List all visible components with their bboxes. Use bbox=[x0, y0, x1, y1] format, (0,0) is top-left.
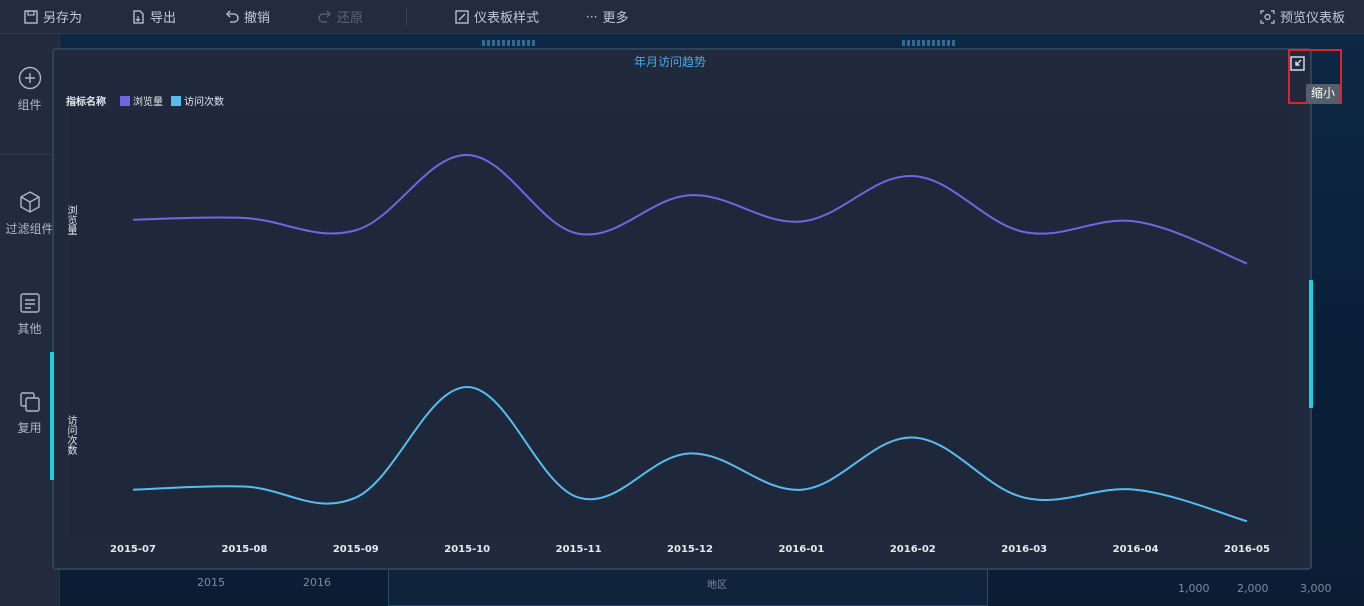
bg-year-label: 2015 bbox=[197, 576, 225, 589]
panel-decoration bbox=[902, 40, 955, 46]
plot-area bbox=[70, 110, 1292, 538]
y-axis-title-pv: 浏览量 bbox=[65, 205, 76, 235]
copy-icon bbox=[19, 392, 40, 412]
preview-icon bbox=[1260, 9, 1275, 24]
sidebar-divider bbox=[0, 154, 59, 155]
x-tick-label: 2015-12 bbox=[667, 544, 713, 555]
legend-item-pv[interactable]: 浏览量 bbox=[133, 93, 163, 108]
x-tick-label: 2015-09 bbox=[332, 544, 379, 555]
document-icon bbox=[19, 293, 40, 313]
bg-tick-label: 3,000 bbox=[1300, 582, 1332, 595]
save-as-button[interactable]: 另存为 bbox=[24, 0, 82, 33]
cube-icon bbox=[19, 191, 40, 213]
more-button[interactable]: ··· 更多 bbox=[586, 0, 628, 33]
preview-dashboard-button[interactable]: 预览仪表板 bbox=[1260, 0, 1345, 33]
background-panel bbox=[388, 564, 988, 606]
save-icon bbox=[24, 9, 38, 24]
bg-tick-label: 2,000 bbox=[1237, 582, 1269, 595]
sidebar-item-components[interactable]: 组件 bbox=[0, 66, 59, 113]
more-label: 更多 bbox=[602, 11, 629, 26]
legend-item-visits[interactable]: 访问次数 bbox=[184, 93, 224, 108]
x-tick-label: 2016-03 bbox=[1001, 544, 1048, 555]
x-tick-label: 2015-07 bbox=[110, 544, 156, 555]
bg-tick-label: 1,000 bbox=[1178, 582, 1210, 595]
modal-accent-bar bbox=[50, 352, 54, 480]
redo-icon bbox=[318, 10, 331, 23]
x-tick-label: 2015-08 bbox=[221, 544, 268, 555]
panel-decoration bbox=[482, 40, 535, 46]
export-icon bbox=[133, 9, 144, 24]
shrink-tooltip: 缩小 bbox=[1306, 84, 1341, 103]
bg-region-label: 地区 bbox=[707, 580, 727, 591]
legend-swatch-visits bbox=[171, 95, 181, 106]
legend-title: 指标名称 bbox=[66, 97, 106, 108]
sidebar-item-label: 过滤组件 bbox=[5, 222, 54, 236]
sidebar-item-label: 其他 bbox=[17, 322, 42, 336]
sidebar-item-filter[interactable]: 过滤组件 bbox=[0, 190, 59, 237]
chart-title: 年月访问趋势 bbox=[633, 55, 706, 69]
x-tick-label: 2016-02 bbox=[889, 544, 936, 555]
bg-year-label: 2016 bbox=[303, 576, 331, 589]
sidebar-item-label: 组件 bbox=[17, 98, 42, 112]
x-tick-label: 2015-10 bbox=[444, 544, 491, 555]
x-tick-label: 2016-04 bbox=[1112, 544, 1159, 555]
save-as-label: 另存为 bbox=[43, 11, 83, 26]
y-axis-title-visits: 访问次数 bbox=[65, 415, 76, 455]
x-tick-label: 2015-11 bbox=[555, 544, 602, 555]
dashboard-style-button[interactable]: 仪表板样式 bbox=[455, 0, 539, 33]
export-label: 导出 bbox=[150, 11, 177, 26]
toolbar-divider bbox=[406, 8, 407, 25]
sidebar: 组件 过滤组件 其他 复用 bbox=[0, 34, 60, 606]
sidebar-item-label: 复用 bbox=[17, 421, 42, 435]
legend-swatch-pv bbox=[120, 95, 130, 106]
undo-icon bbox=[226, 10, 239, 23]
toolbar: 另存为 导出 撤销 还原 仪表板样式 ··· 更多 预览仪表板 bbox=[0, 0, 1364, 34]
chart-legend: 指标名称 浏览量 访问次数 bbox=[66, 93, 224, 108]
x-tick-label: 2016-05 bbox=[1224, 544, 1270, 555]
more-dots-icon: ··· bbox=[586, 9, 598, 24]
export-button[interactable]: 导出 bbox=[131, 0, 176, 33]
redo-button[interactable]: 还原 bbox=[318, 0, 363, 33]
preview-label: 预览仪表板 bbox=[1280, 11, 1346, 26]
undo-label: 撤销 bbox=[244, 11, 271, 26]
dashboard-style-label: 仪表板样式 bbox=[474, 11, 540, 26]
x-tick-label: 2016-01 bbox=[778, 544, 825, 555]
style-icon bbox=[455, 9, 469, 24]
redo-label: 还原 bbox=[337, 11, 364, 26]
undo-button[interactable]: 撤销 bbox=[225, 0, 270, 33]
sidebar-item-other[interactable]: 其他 bbox=[0, 292, 59, 337]
modal-accent-bar bbox=[1309, 280, 1313, 408]
